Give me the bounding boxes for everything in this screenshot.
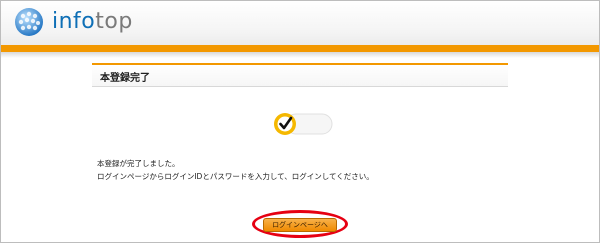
message-line-1: 本登録が完了しました。 (97, 159, 180, 168)
header-accent-bar (1, 45, 599, 52)
completion-message: 本登録が完了しました。 ログインページからログインIDとパスワードを入力して、ロ… (97, 157, 374, 183)
header-shadow (1, 52, 599, 58)
brand-logo[interactable]: infotop (52, 8, 133, 36)
login-page-button[interactable]: ログインページへ (263, 218, 337, 232)
brand-top-text: top (95, 9, 133, 34)
message-line-2: ログインページからログインIDとパスワードを入力して、ログインしてください。 (97, 172, 374, 181)
checkmark-seal-icon (274, 113, 333, 135)
brand-info-text: info (52, 9, 96, 34)
page-title: 本登録完了 (100, 73, 150, 84)
panel-title-bar: 本登録完了 (92, 63, 508, 87)
site-header: infotop (1, 1, 599, 45)
infotop-sphere-icon (15, 8, 43, 36)
